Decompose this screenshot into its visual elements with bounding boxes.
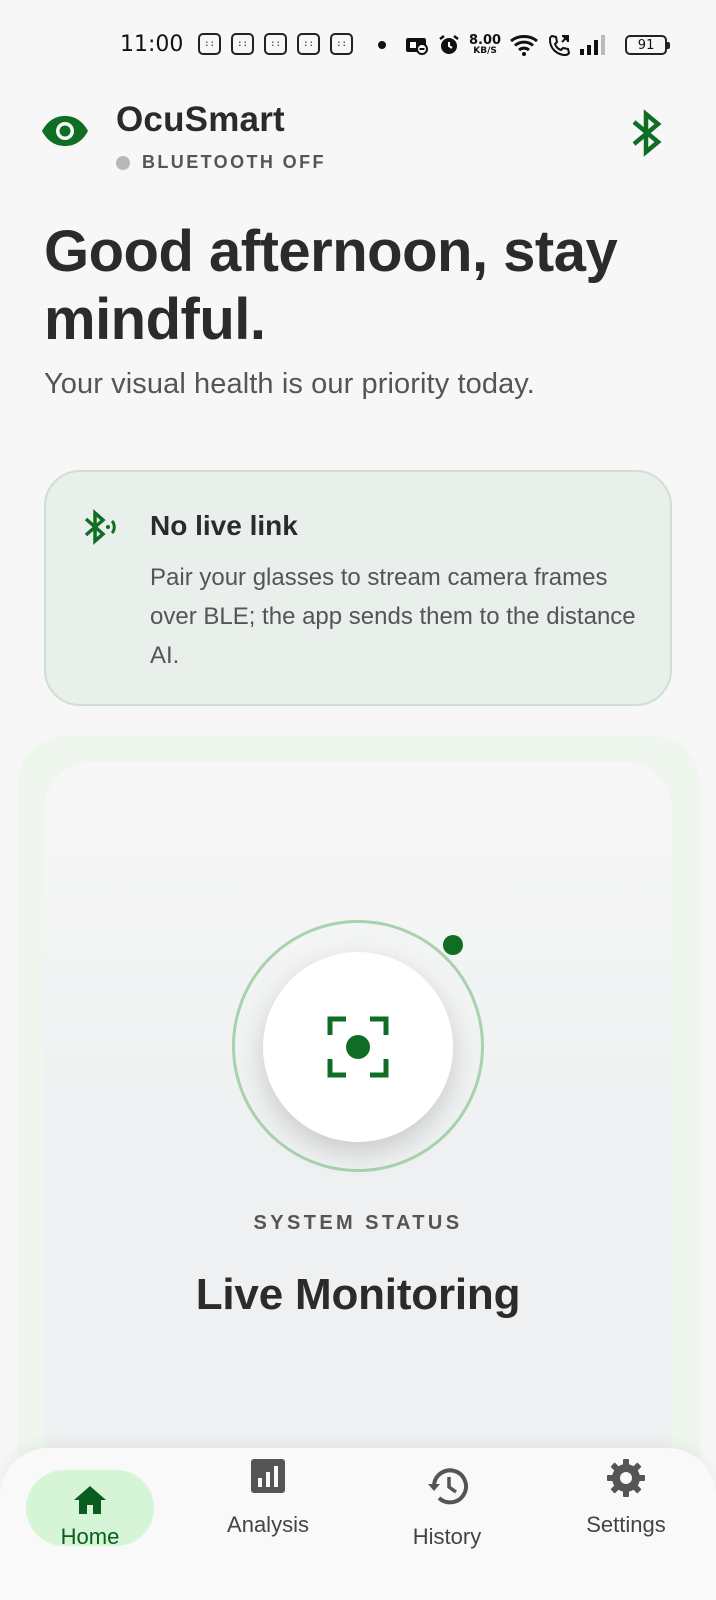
notification-icon: ::	[264, 33, 287, 55]
system-indicators: 8.00 KB/S 91	[405, 30, 671, 60]
battery-indicator: 91	[625, 35, 671, 55]
system-status-value: Live Monitoring	[195, 1270, 521, 1319]
status-time: 11:00	[120, 32, 184, 57]
notification-icon: ::	[198, 33, 221, 55]
status-dot	[116, 155, 130, 170]
data-saver-icon	[406, 38, 428, 55]
nav-label-history: History	[412, 1524, 482, 1549]
app-header: OcuSmart BLUETOOTH OFF	[40, 100, 680, 180]
center-focus-icon	[327, 1016, 389, 1078]
bluetooth-status-label: BLUETOOTH OFF	[142, 152, 326, 172]
app-title: OcuSmart	[116, 100, 285, 139]
analytics-icon	[251, 1459, 285, 1493]
more-notifications-dot-icon	[378, 41, 386, 49]
bottom-navigation: Home Analysis History Settings	[0, 1448, 716, 1600]
network-speed-unit: KB/S	[473, 46, 497, 56]
bluetooth-searching-icon	[84, 509, 116, 545]
alarm-icon	[439, 35, 459, 54]
status-bar: 11:00 :: :: :: :: :: 8.00 KB/S 91	[0, 0, 716, 90]
nav-item-settings[interactable]: Settings	[574, 1448, 678, 1600]
nav-label-home: Home	[60, 1524, 120, 1549]
nav-label-settings: Settings	[586, 1512, 666, 1537]
bluetooth-icon[interactable]	[626, 108, 666, 158]
nav-item-home[interactable]: Home	[26, 1448, 154, 1600]
eye-icon	[42, 116, 88, 146]
nav-label-analysis: Analysis	[227, 1512, 309, 1537]
network-speed: 8.00 KB/S	[469, 34, 501, 56]
nav-item-history[interactable]: History	[392, 1448, 502, 1600]
info-card-title: No live link	[150, 510, 298, 541]
settings-icon	[607, 1459, 645, 1497]
signal-icon	[580, 35, 606, 55]
greeting-subtitle: Your visual health is our priority today…	[44, 368, 535, 400]
live-indicator-dot	[443, 935, 463, 955]
no-live-link-card: No live link Pair your glasses to stream…	[44, 470, 672, 706]
wifi-icon	[510, 35, 539, 56]
notification-icon: ::	[231, 33, 254, 55]
nav-item-analysis[interactable]: Analysis	[218, 1448, 318, 1600]
notification-icon: ::	[330, 33, 353, 55]
system-status-label: SYSTEM STATUS	[253, 1212, 463, 1234]
notification-icon: ::	[297, 33, 320, 55]
monitoring-toggle-button[interactable]	[263, 952, 453, 1142]
greeting-title: Good afternoon, stay mindful.	[44, 219, 618, 352]
bluetooth-status: BLUETOOTH OFF	[116, 152, 326, 173]
info-card-body: Pair your glasses to stream camera frame…	[150, 564, 636, 669]
call-icon	[549, 34, 571, 57]
history-icon	[428, 1468, 468, 1505]
notification-icons: :: :: :: :: ::	[198, 33, 353, 55]
home-icon	[74, 1486, 106, 1514]
